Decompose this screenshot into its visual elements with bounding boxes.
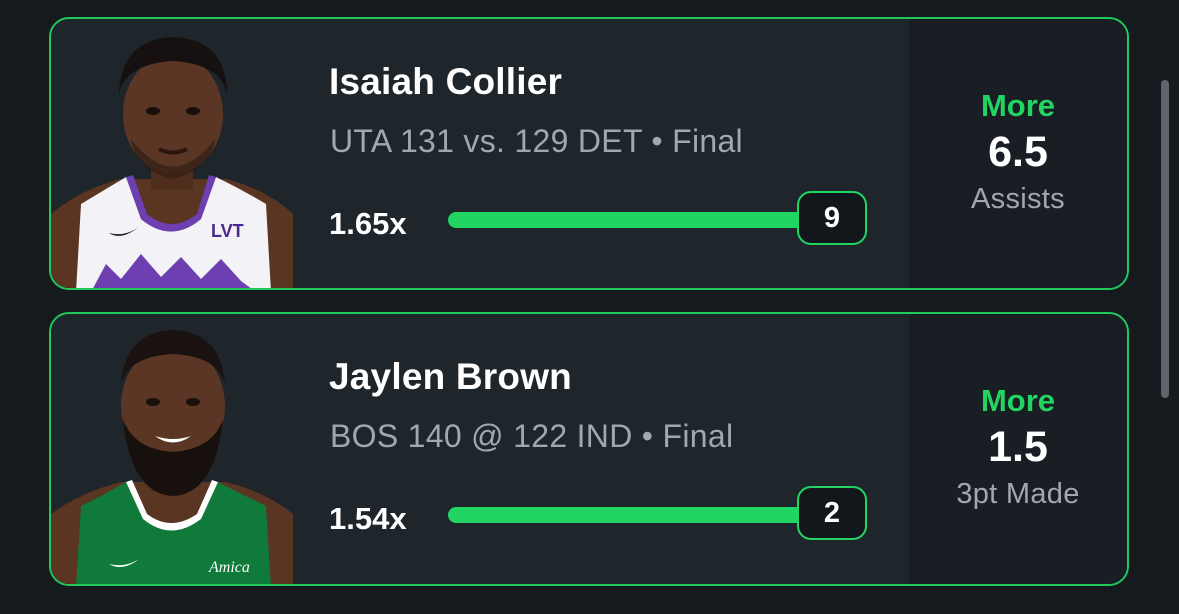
pick-panel: More 1.5 3pt Made xyxy=(909,314,1127,584)
pick-card-brown[interactable]: Amica Jaylen Brown BOS 140 @ 122 IND • F… xyxy=(49,312,1129,586)
pick-card-collier[interactable]: LVT Isaiah Collier UTA 131 vs. 129 DET •… xyxy=(49,17,1129,290)
svg-text:LVT: LVT xyxy=(211,221,244,241)
svg-text:Amica: Amica xyxy=(208,559,250,576)
result-value: 2 xyxy=(797,486,867,540)
payout-multiplier: 1.54x xyxy=(329,501,407,536)
player-photo: Amica xyxy=(51,314,293,584)
stat-type: 3pt Made xyxy=(956,478,1080,510)
player-name: Isaiah Collier xyxy=(329,61,563,102)
game-status: BOS 140 @ 122 IND • Final xyxy=(330,418,734,454)
result-value: 9 xyxy=(797,191,867,245)
pick-line: 1.5 xyxy=(988,423,1048,471)
player-name: Jaylen Brown xyxy=(329,356,572,397)
player-photo: LVT xyxy=(51,19,293,288)
stat-type: Assists xyxy=(971,182,1065,215)
pick-line: 6.5 xyxy=(988,127,1048,176)
pick-panel: More 6.5 Assists xyxy=(909,19,1127,288)
game-status: UTA 131 vs. 129 DET • Final xyxy=(330,123,743,159)
pick-direction: More xyxy=(980,87,1056,123)
pick-direction: More xyxy=(980,383,1056,418)
payout-multiplier: 1.65x xyxy=(329,206,407,241)
scrollbar[interactable] xyxy=(1161,80,1169,398)
